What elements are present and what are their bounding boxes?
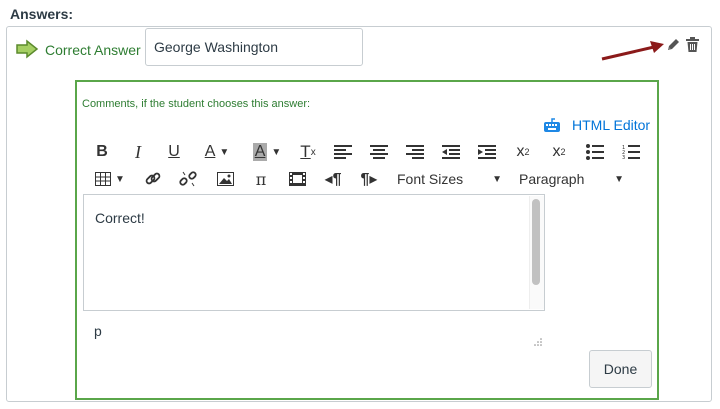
- superscript-button[interactable]: x2: [513, 141, 533, 163]
- correct-answer-label: Correct Answer: [45, 42, 141, 58]
- media-icon[interactable]: [287, 168, 307, 190]
- bold-button[interactable]: B: [93, 141, 111, 163]
- annotation-arrow: [601, 41, 664, 61]
- svg-text:3: 3: [622, 155, 625, 160]
- unlink-icon[interactable]: [178, 168, 198, 190]
- editor-scrollbar-thumb[interactable]: [532, 199, 540, 285]
- clear-formatting-button[interactable]: Tx: [298, 141, 318, 163]
- rich-text-editor[interactable]: [83, 194, 545, 311]
- italic-button[interactable]: I: [129, 141, 147, 163]
- rtl-button[interactable]: ¶▸: [359, 168, 379, 190]
- numbered-list-button[interactable]: 123: [621, 141, 641, 163]
- equation-button[interactable]: π: [251, 168, 271, 190]
- paragraph-dropdown[interactable]: Paragraph ▼: [519, 168, 624, 190]
- html-editor-link[interactable]: HTML Editor: [572, 117, 650, 133]
- trash-icon[interactable]: [686, 37, 699, 53]
- comment-label: Comments, if the student chooses this an…: [82, 98, 311, 110]
- bullet-list-button[interactable]: [585, 141, 605, 163]
- element-path: p: [94, 323, 102, 339]
- answers-heading: Answers:: [10, 6, 74, 22]
- subscript-button[interactable]: x2: [549, 141, 569, 163]
- resize-handle-icon[interactable]: [533, 337, 542, 346]
- correct-answer-arrow-icon: [16, 39, 39, 59]
- align-left-button[interactable]: [333, 141, 353, 163]
- indent-button[interactable]: [477, 141, 497, 163]
- align-center-button[interactable]: [369, 141, 389, 163]
- answer-text-input[interactable]: [145, 28, 363, 66]
- text-color-button[interactable]: A ▼: [199, 141, 235, 163]
- chevron-down-icon: ▼: [614, 173, 624, 185]
- paragraph-label: Paragraph: [519, 171, 585, 187]
- font-sizes-dropdown[interactable]: Font Sizes ▼: [397, 168, 502, 190]
- link-icon[interactable]: [143, 168, 163, 190]
- table-button[interactable]: ▼: [93, 168, 127, 190]
- pencil-icon[interactable]: [665, 37, 681, 53]
- outdent-button[interactable]: [441, 141, 461, 163]
- keyboard-icon: [544, 118, 560, 132]
- done-button[interactable]: Done: [589, 350, 652, 388]
- underline-button[interactable]: U: [165, 141, 183, 163]
- chevron-down-icon: ▼: [492, 173, 502, 185]
- ltr-button[interactable]: ◂¶: [323, 168, 343, 190]
- image-icon[interactable]: [215, 168, 235, 190]
- font-sizes-label: Font Sizes: [397, 171, 464, 187]
- background-color-button[interactable]: A ▼: [249, 141, 285, 163]
- editor-content: Correct!: [95, 210, 145, 226]
- align-right-button[interactable]: [405, 141, 425, 163]
